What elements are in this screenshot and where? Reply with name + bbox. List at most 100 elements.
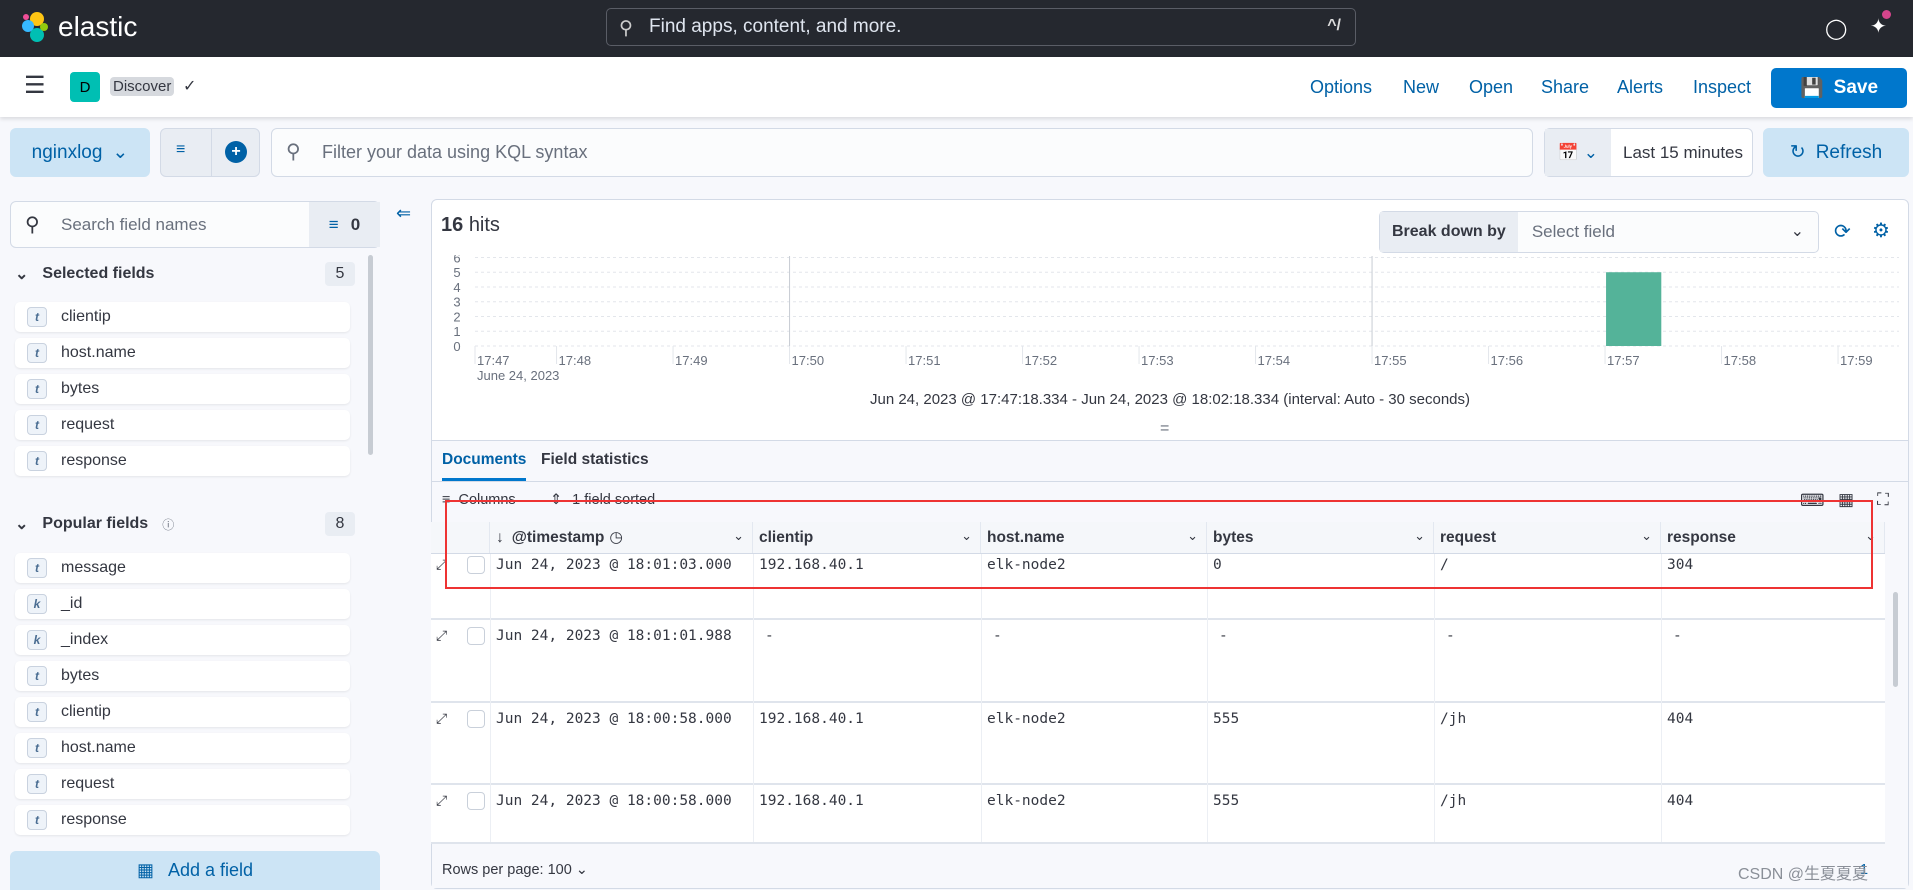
options-link[interactable]: Options [1310,77,1372,98]
table-cell: elk-node2 [987,793,1066,809]
x-tick-label: 17:48 [559,353,592,368]
data-view-label: nginxlog [31,141,103,163]
open-link[interactable]: Open [1469,77,1513,98]
table-cell: - [1219,628,1228,644]
y-tick-label: 6 [453,255,460,265]
field-item[interactable]: t response [15,446,350,476]
help-icon[interactable]: ⓘ [162,516,174,533]
field-item[interactable]: t host.name [15,733,350,763]
row-divider [431,701,1885,703]
help-icon[interactable]: ◯ [1825,16,1847,41]
breakdown-select[interactable]: Break down by Select field ⌄ [1379,211,1819,253]
field-name: request [61,416,115,433]
table-cell: 404 [1667,793,1694,809]
app-badge: D [70,72,100,102]
time-range-caption: Jun 24, 2023 @ 17:47:18.334 - Jun 24, 20… [869,391,1471,408]
elastic-logo[interactable]: elastic [20,10,137,44]
field-type-icon: t [27,666,47,686]
expand-row-icon[interactable]: ⤢ [436,627,447,644]
row-checkbox[interactable] [467,710,485,728]
add-field-label: Add a field [167,860,254,880]
field-filter-button[interactable]: ≡ 0 [309,202,380,247]
add-field-button[interactable]: ▦ Add a field [10,851,380,890]
selected-fields-toggle[interactable]: ⌄ Selected fields [15,264,154,284]
row-divider [431,618,1885,620]
x-tick-label: 17:59 [1840,353,1873,368]
histogram-chart[interactable]: 0123456 17:47 17:48 17:49 17:50 17:51 17:52 17:… [431,255,1909,385]
table-cell: Jun 24, 2023 @ 18:00:58.000 [496,711,732,727]
share-link[interactable]: Share [1541,77,1589,98]
row-checkbox[interactable] [467,792,485,810]
expand-row-icon[interactable]: ⤢ [436,710,447,727]
row-checkbox[interactable] [467,627,485,645]
field-type-icon: t [27,451,47,471]
section-title: Selected fields [42,265,155,282]
x-tick-label: 17:49 [675,353,708,368]
x-tick-label: 17:53 [1141,353,1174,368]
field-item[interactable]: t bytes [15,374,350,404]
row-divider [431,842,1885,844]
x-tick-label: 17:52 [1025,353,1058,368]
field-item[interactable]: t message [15,553,350,583]
table-cell: 555 [1213,711,1240,727]
field-type-icon: t [27,738,47,758]
collapse-sidebar-icon[interactable]: ⇐ [396,203,411,224]
menu-icon[interactable]: ☰ [24,74,46,98]
field-type-icon: k [27,594,47,614]
field-item[interactable]: k _id [15,589,350,619]
field-name: _index [61,631,109,648]
time-picker[interactable]: 📅 ⌄ Last 15 minutes [1544,128,1753,177]
y-tick-label: 5 [453,265,460,280]
field-name: response [61,452,127,469]
chart-options-icon[interactable]: ⟳ [1834,219,1851,244]
add-filter-icon[interactable]: + [225,141,247,163]
grid-scrollbar[interactable] [1893,592,1898,687]
x-tick-label: 17:58 [1724,353,1757,368]
shortcut-hint: ^/ [1327,17,1341,34]
query-placeholder: Filter your data using KQL syntax [322,142,588,162]
field-item[interactable]: t bytes [15,661,350,691]
expand-row-icon[interactable]: ⤢ [436,792,447,809]
kql-query-input[interactable]: ⚲ Filter your data using KQL syntax [271,128,1533,177]
field-item[interactable]: t host.name [15,338,350,368]
breadcrumb-discover[interactable]: Discover [110,77,175,96]
field-item[interactable]: t clientip [15,697,350,727]
field-item[interactable]: t request [15,769,350,799]
popular-fields-toggle[interactable]: ⌄ Popular fields ⓘ [15,514,174,534]
table-cell: - [1446,628,1455,644]
field-item[interactable]: t request [15,410,350,440]
gear-icon[interactable]: ⚙ [1872,218,1890,243]
x-tick-label: 17:47 [477,353,510,368]
field-item[interactable]: t clientip [15,302,350,332]
sidebar-scrollbar[interactable] [368,255,373,455]
new-link[interactable]: New [1403,77,1439,98]
filter-icon[interactable]: ≡ [176,141,185,159]
rows-per-page-select[interactable]: Rows per page: 100 ⌄ [442,862,588,878]
table-cell: /jh [1440,711,1467,727]
global-search-input[interactable]: ⚲ Find apps, content, and more. ^/ [606,8,1356,46]
field-item[interactable]: t response [15,805,350,835]
inspect-link[interactable]: Inspect [1693,77,1751,98]
popular-count: 8 [325,512,355,536]
alerts-link[interactable]: Alerts [1617,77,1663,98]
field-name: bytes [61,667,100,684]
x-tick-label: 17:57 [1607,353,1640,368]
fullscreen-icon[interactable]: ⛶ [1877,490,1889,510]
refresh-button[interactable]: ↻ Refresh [1763,128,1909,177]
field-name: message [61,559,126,576]
histogram-bar [1606,272,1662,346]
y-tick-label: 3 [453,295,460,310]
breakdown-placeholder: Select field [1531,222,1615,241]
field-search-input[interactable]: ⚲ Search field names ≡ 0 [10,201,380,248]
field-name: response [61,811,127,828]
calendar-icon[interactable]: 📅 ⌄ [1545,129,1611,176]
resize-handle[interactable]: = [1160,420,1169,438]
data-view-selector[interactable]: nginxlog ⌄ [10,128,150,177]
field-item[interactable]: k _index [15,625,350,655]
filter-button-group: ≡ + [160,128,260,177]
field-name: clientip [61,703,111,720]
save-button[interactable]: 💾 Save [1771,68,1907,108]
tab-documents[interactable]: Documents [442,451,527,481]
news-icon[interactable]: ✦ [1870,10,1891,39]
tab-field-statistics[interactable]: Field statistics [541,451,649,469]
